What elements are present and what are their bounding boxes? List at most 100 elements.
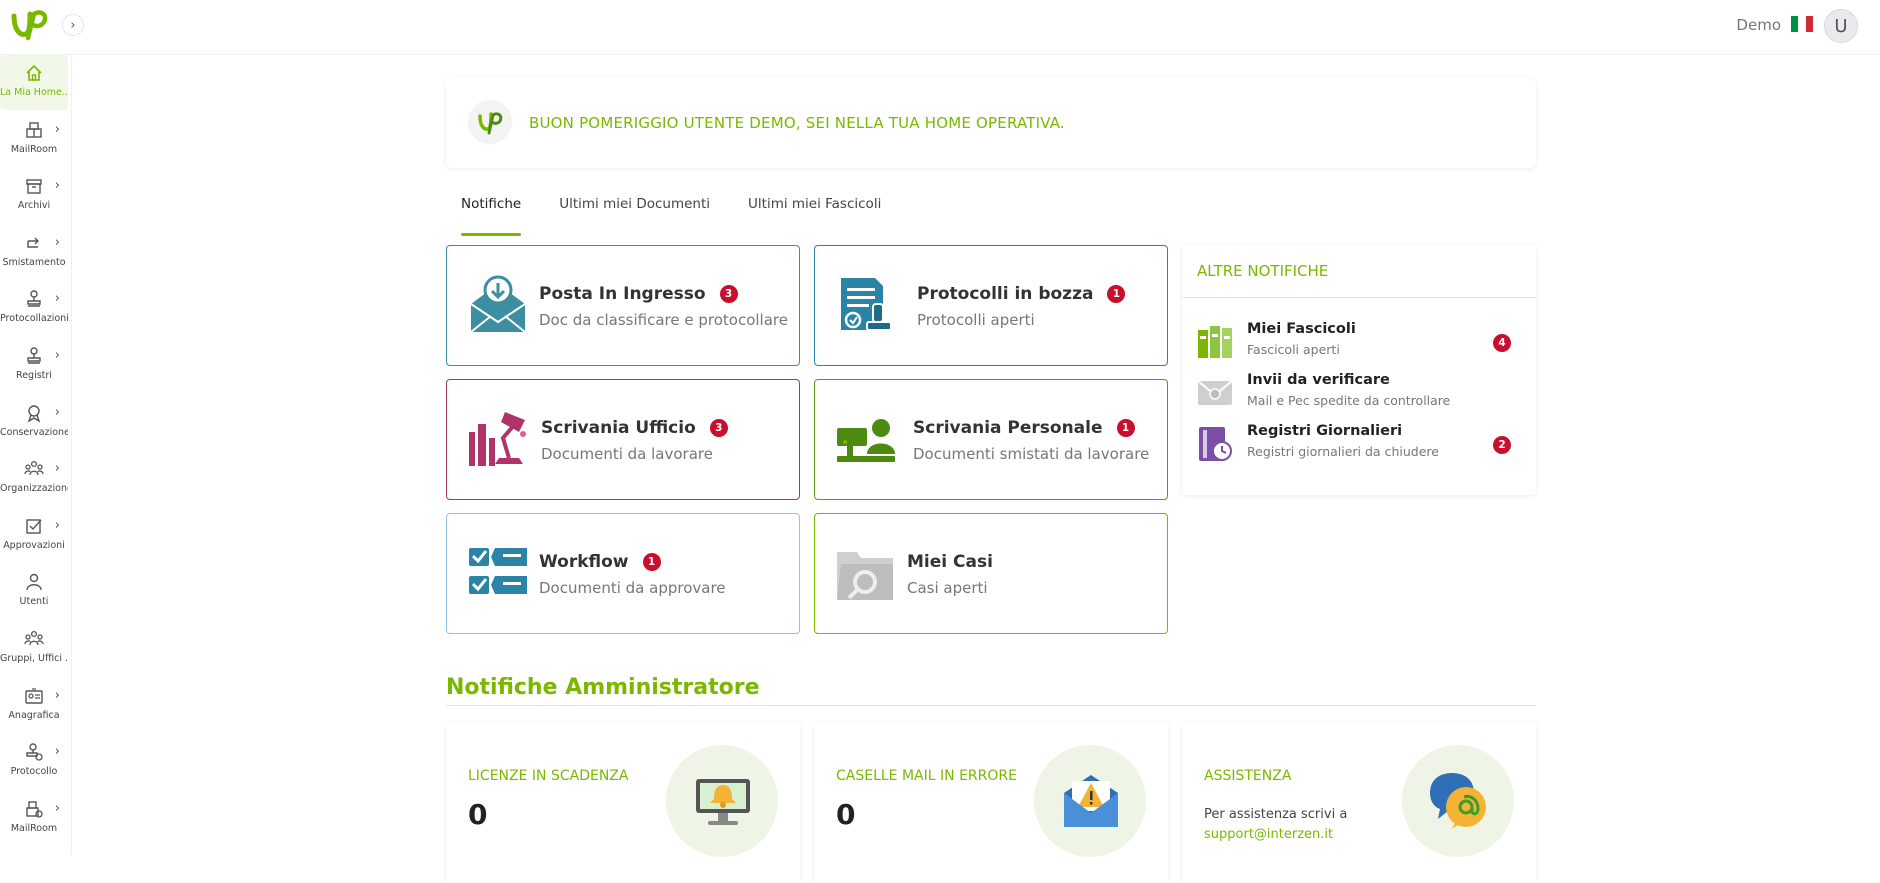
assistance-text: Per assistenza scrivi a <box>1204 807 1348 822</box>
desk-lamp-icon <box>469 412 526 466</box>
top-bar: › Demo U <box>0 0 1880 55</box>
italian-flag-icon[interactable] <box>1791 16 1813 32</box>
card-scrivania-personale[interactable]: Scrivania Personale 1 Documenti smistati … <box>814 379 1168 500</box>
person-desk-icon <box>837 419 895 462</box>
document-stamp-icon <box>841 278 892 331</box>
chevron-right-icon: › <box>54 461 60 477</box>
chevron-right-icon: › <box>54 800 60 816</box>
card-subtitle: Documenti smistati da lavorare <box>913 445 1150 463</box>
sidebar-item-label: Protocollazioni <box>0 313 68 325</box>
sidebar-item-conservazione[interactable]: Conservazione › <box>0 395 68 450</box>
altre-item-miei-fascicoli[interactable]: Miei Fascicoli Fascicoli aperti 4 <box>1197 320 1527 364</box>
altre-item-invii-da-verificare[interactable]: Invii da verificare Mail e Pec spedite d… <box>1197 371 1527 415</box>
people-icon <box>24 461 44 476</box>
avatar[interactable]: U <box>1824 9 1858 43</box>
admin-card-caselle-mail[interactable]: CASELLE MAIL IN ERRORE 0 <box>814 723 1168 883</box>
admin-card-text: Per assistenza scrivi a support@interzen… <box>1204 805 1347 845</box>
admin-card-value: 0 <box>836 798 856 831</box>
sidebar-item-label: Archivi <box>17 200 51 212</box>
sidebar-item-archivi[interactable]: Archivi › <box>0 168 68 223</box>
mail-warning-icon <box>1064 775 1118 827</box>
chevron-right-icon: › <box>54 744 60 760</box>
card-subtitle: Documenti da lavorare <box>541 445 713 463</box>
sidebar-item-label: Gruppi, Uffici ... <box>0 652 68 664</box>
count-badge: 3 <box>719 285 738 303</box>
card-subtitle: Protocolli aperti <box>917 311 1035 329</box>
user-name[interactable]: Demo <box>1736 16 1781 34</box>
item-subtitle: Registri giornalieri da chiudere <box>1247 444 1439 459</box>
sidebar-item-label: La Mia Home... <box>0 87 68 98</box>
sidebar-item-label: Smistamento <box>2 256 66 268</box>
count-badge: 3 <box>709 419 728 437</box>
admin-card-illustration <box>1034 745 1146 857</box>
chevron-right-icon: › <box>54 234 60 250</box>
stamp-gear-icon <box>26 743 43 761</box>
sidebar-item-label: Conservazione <box>0 426 68 438</box>
altre-item-registri-giornalieri[interactable]: Registri Giornalieri Registri giornalier… <box>1197 422 1527 466</box>
sidebar-item-mailroom[interactable]: MailRoom › <box>0 791 68 846</box>
tab-notifiche[interactable]: Notifiche <box>461 196 522 236</box>
chevron-right-icon: › <box>54 404 60 420</box>
tab-ultimi-fascicoli[interactable]: Ultimi miei Fascicoli <box>748 196 881 236</box>
id-card-icon <box>25 687 43 704</box>
sidebar-item-protocollazioni[interactable]: Protocollazioni › <box>0 281 68 336</box>
card-title: Scrivania Ufficio 3 <box>541 418 728 438</box>
app-logo[interactable] <box>10 8 50 42</box>
admin-card-title: CASELLE MAIL IN ERRORE <box>836 768 1017 784</box>
chevron-right-icon: › <box>70 17 76 33</box>
card-title: Workflow 1 <box>539 552 661 572</box>
greeting-logo <box>468 100 512 144</box>
sidebar-item-label: Utenti <box>19 596 49 608</box>
tab-ultimi-documenti[interactable]: Ultimi miei Documenti <box>559 196 710 236</box>
sidebar-item-smistamento[interactable]: Smistamento › <box>0 225 68 280</box>
admin-card-value: 0 <box>468 798 488 831</box>
admin-card-title: LICENZE IN SCADENZA <box>468 768 629 784</box>
sidebar-item-mailroom[interactable]: MailRoom › <box>0 112 68 167</box>
mailroom-icon <box>26 121 42 138</box>
divider <box>446 705 1536 706</box>
card-title: Scrivania Personale 1 <box>913 418 1135 438</box>
admin-card-licenze[interactable]: LICENZE IN SCADENZA 0 <box>446 723 800 883</box>
sidebar-item-registri[interactable]: Registri › <box>0 338 68 393</box>
altre-notifiche-panel: ALTRE NOTIFICHE Miei Fascicoli Fascicoli… <box>1182 245 1536 495</box>
count-badge: 2 <box>1493 436 1511 454</box>
group-icon <box>24 630 44 646</box>
checklist-icon <box>469 548 527 594</box>
chevron-right-icon: › <box>54 121 60 137</box>
sidebar-item-label: Protocollo <box>10 766 58 778</box>
card-protocolli-in-bozza[interactable]: Protocolli in bozza 1 Protocolli aperti <box>814 245 1168 366</box>
panel-title: ALTRE NOTIFICHE <box>1197 262 1329 280</box>
checkbox-icon <box>26 519 42 534</box>
sidebar-item-label: Anagrafica <box>8 709 60 721</box>
sidebar-item-protocollo[interactable]: Protocollo › <box>0 734 68 789</box>
notification-tabs: Notifiche Ultimi miei Documenti Ultimi m… <box>446 196 919 236</box>
sidebar-item-utenti[interactable]: Utenti <box>0 564 68 619</box>
sidebar-item-label: MailRoom <box>10 143 58 155</box>
sidebar-item-la-mia-home[interactable]: La Mia Home... <box>0 55 68 110</box>
sidebar-item-approvazioni[interactable]: Approvazioni › <box>0 508 68 563</box>
card-miei-casi[interactable]: Miei Casi Casi aperti <box>814 513 1168 634</box>
sidebar-item-organizzazione[interactable]: Organizzazione › <box>0 451 68 506</box>
admin-card-assistenza[interactable]: ASSISTENZA Per assistenza scrivi a suppo… <box>1182 723 1536 883</box>
sidebar-item-anagrafica[interactable]: Anagrafica › <box>0 678 68 733</box>
card-title: Miei Casi <box>907 552 993 572</box>
item-title: Invii da verificare <box>1247 372 1390 388</box>
greeting-text: BUON POMERIGGIO UTENTE DEMO, SEI NELLA T… <box>529 114 1065 132</box>
sidebar-item-label: Registri <box>16 369 52 381</box>
card-scrivania-ufficio[interactable]: Scrivania Ufficio 3 Documenti da lavorare <box>446 379 800 500</box>
sidebar-toggle-button[interactable]: › <box>62 14 84 36</box>
chevron-right-icon: › <box>54 517 60 533</box>
chat-at-icon <box>1430 773 1486 829</box>
support-email-link[interactable]: support@interzen.it <box>1204 825 1347 845</box>
card-posta-in-ingresso[interactable]: Posta In Ingresso 3 Doc da classificare e… <box>446 245 800 366</box>
item-title: Registri Giornalieri <box>1247 423 1403 439</box>
divider <box>1182 297 1536 298</box>
admin-card-illustration <box>1402 745 1514 857</box>
sidebar-item-label: MailRoom <box>10 822 58 834</box>
sidebar-item-gruppi-uffici[interactable]: Gruppi, Uffici ... <box>0 621 68 676</box>
envelope-check-icon <box>1197 380 1233 405</box>
card-workflow[interactable]: Workflow 1 Documenti da approvare <box>446 513 800 634</box>
folder-search-icon <box>837 552 893 600</box>
home-icon <box>26 64 42 81</box>
admin-section-title: Notifiche Amministratore <box>446 675 760 700</box>
